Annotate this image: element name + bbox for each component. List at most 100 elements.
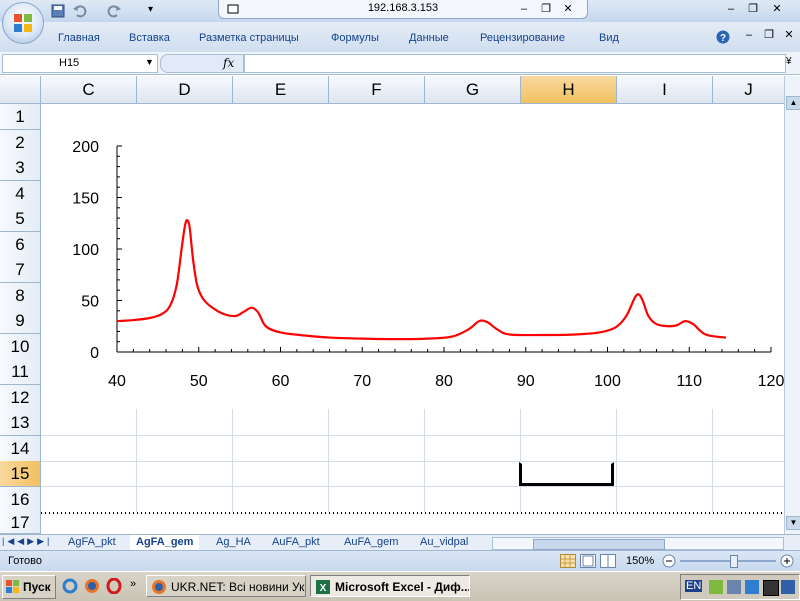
horizontal-scroll-thumb[interactable] <box>533 539 665 550</box>
sheet-tab-active[interactable]: AgFA_gem <box>130 535 200 550</box>
task-browser-label: UKR.NET: Всі новини Ук... <box>171 580 306 594</box>
row-header[interactable]: 3 <box>0 155 41 181</box>
column-header-c[interactable]: C <box>41 76 137 103</box>
page-layout-view-icon[interactable] <box>580 554 596 568</box>
sheet-tab[interactable]: Au_vidpal <box>414 535 474 550</box>
close-remote-button[interactable]: ✕ <box>559 2 577 16</box>
row-header[interactable]: 6 <box>0 232 41 258</box>
row-header[interactable]: 16 <box>0 487 41 513</box>
help-icon[interactable]: ? <box>716 30 730 44</box>
scroll-down-button[interactable]: ▼ <box>786 516 800 530</box>
qat-customize-icon[interactable]: ▾ <box>148 4 153 15</box>
zoom-out-icon[interactable] <box>662 554 676 568</box>
task-browser[interactable]: UKR.NET: Всі новини Ук... <box>146 575 306 597</box>
svg-text:?: ? <box>720 33 726 44</box>
y-tick-label: 50 <box>81 294 99 311</box>
zoom-slider-track[interactable] <box>680 560 776 562</box>
row-header[interactable]: 17 <box>0 512 41 534</box>
row-header[interactable]: 2 <box>0 130 41 156</box>
ie-icon[interactable] <box>62 578 78 594</box>
tab-formulas[interactable]: Формулы <box>331 32 379 44</box>
chart-area[interactable]: 0 50 100 150 200 40 50 60 70 80 90 100 110 120 <box>41 104 784 409</box>
row-header[interactable]: 13 <box>0 410 41 436</box>
column-header-i[interactable]: I <box>617 76 713 103</box>
name-box[interactable]: H15 ▼ <box>2 54 158 73</box>
doc-minimize-button[interactable]: – <box>740 28 758 42</box>
row-header[interactable]: 12 <box>0 385 41 411</box>
row-header[interactable]: 8 <box>0 283 41 309</box>
gridline <box>41 461 784 462</box>
minimize-remote-button[interactable]: – <box>515 2 533 16</box>
windows-logo-icon <box>6 580 19 593</box>
page-break-view-icon[interactable] <box>600 554 616 568</box>
close-button[interactable]: ✕ <box>768 2 786 16</box>
zoom-slider-thumb[interactable] <box>730 555 738 568</box>
row-header[interactable]: 10 <box>0 334 41 360</box>
restore-button[interactable]: ❐ <box>744 2 762 16</box>
tab-page-layout[interactable]: Разметка страницы <box>199 32 299 44</box>
redo-icon[interactable] <box>106 3 122 19</box>
row-header[interactable]: 1 <box>0 104 41 130</box>
column-header-h[interactable]: H <box>521 76 617 103</box>
row-header[interactable]: 15 <box>0 461 41 487</box>
tray-network-icon[interactable] <box>709 580 723 594</box>
fx-icon[interactable]: fx <box>223 56 234 70</box>
zoom-in-icon[interactable] <box>780 554 794 568</box>
tray-shield-icon[interactable] <box>745 580 759 594</box>
y-tick-label: 200 <box>72 139 99 156</box>
vertical-scrollbar[interactable]: ▲ ▼ <box>784 76 800 534</box>
sheet-tab[interactable]: Ag_HA <box>210 535 257 550</box>
name-box-dropdown-icon[interactable]: ▼ <box>145 57 154 67</box>
zoom-level[interactable]: 150% <box>626 555 654 567</box>
sheet-nav-icons[interactable]: |◀◀▶▶| <box>2 536 52 547</box>
row-header[interactable]: 4 <box>0 181 41 207</box>
column-header-f[interactable]: F <box>329 76 425 103</box>
normal-view-icon[interactable] <box>560 554 576 568</box>
quicklaunch-more-icon[interactable]: » <box>130 578 136 590</box>
scroll-up-button[interactable]: ▲ <box>786 96 800 110</box>
undo-icon[interactable] <box>72 3 88 19</box>
tab-home[interactable]: Главная <box>58 32 100 44</box>
column-header-j[interactable]: J <box>713 76 785 103</box>
y-tick-label: 100 <box>72 242 99 259</box>
opera-icon[interactable] <box>106 578 122 594</box>
restore-remote-button[interactable]: ❐ <box>537 2 555 16</box>
x-tick-label: 50 <box>190 373 208 390</box>
horizontal-scrollbar[interactable] <box>492 537 784 550</box>
window-title-box: 192.168.3.153 – ❐ ✕ <box>218 0 588 19</box>
language-indicator[interactable]: EN <box>685 580 703 592</box>
tray-app-icon[interactable] <box>763 580 779 596</box>
formula-input[interactable] <box>244 54 786 73</box>
row-header[interactable]: 11 <box>0 359 41 385</box>
start-button[interactable]: Пуск <box>2 575 56 599</box>
row-header[interactable]: 9 <box>0 308 41 334</box>
row-header[interactable]: 14 <box>0 436 41 462</box>
chart: 0 50 100 150 200 40 50 60 70 80 90 100 110 120 <box>72 139 784 390</box>
task-excel[interactable]: X Microsoft Excel - Диф... <box>310 575 470 597</box>
row-header[interactable]: 7 <box>0 257 41 283</box>
firefox-icon[interactable] <box>84 578 100 594</box>
tab-insert[interactable]: Вставка <box>129 32 170 44</box>
tray-extra-icon[interactable] <box>781 580 795 594</box>
sheet-tab-bar: |◀◀▶▶| AgFA_pkt AgFA_gem Ag_HA AuFA_pkt … <box>0 534 800 551</box>
selected-cell[interactable] <box>519 462 614 486</box>
expand-formula-icon[interactable]: ¥ <box>786 56 792 67</box>
minimize-button[interactable]: – <box>722 2 740 16</box>
tray-monitor-icon[interactable] <box>727 580 741 594</box>
column-header-d[interactable]: D <box>137 76 233 103</box>
select-all-corner[interactable] <box>0 76 41 103</box>
row-header[interactable]: 5 <box>0 206 41 232</box>
sheet-tab[interactable]: AgFA_pkt <box>62 535 122 550</box>
tab-review[interactable]: Рецензирование <box>480 32 565 44</box>
doc-close-button[interactable]: ✕ <box>780 28 798 42</box>
office-button[interactable] <box>2 2 44 44</box>
column-header-e[interactable]: E <box>233 76 329 103</box>
save-icon[interactable] <box>50 3 66 19</box>
tab-view[interactable]: Вид <box>599 32 619 44</box>
sheet-tab[interactable]: AuFA_gem <box>338 535 404 550</box>
sheet-tab[interactable]: AuFA_pkt <box>266 535 326 550</box>
tab-data[interactable]: Данные <box>409 32 449 44</box>
column-header-g[interactable]: G <box>425 76 521 103</box>
doc-restore-button[interactable]: ❐ <box>760 28 778 42</box>
column-headers: C D E F G H I J <box>0 76 785 104</box>
